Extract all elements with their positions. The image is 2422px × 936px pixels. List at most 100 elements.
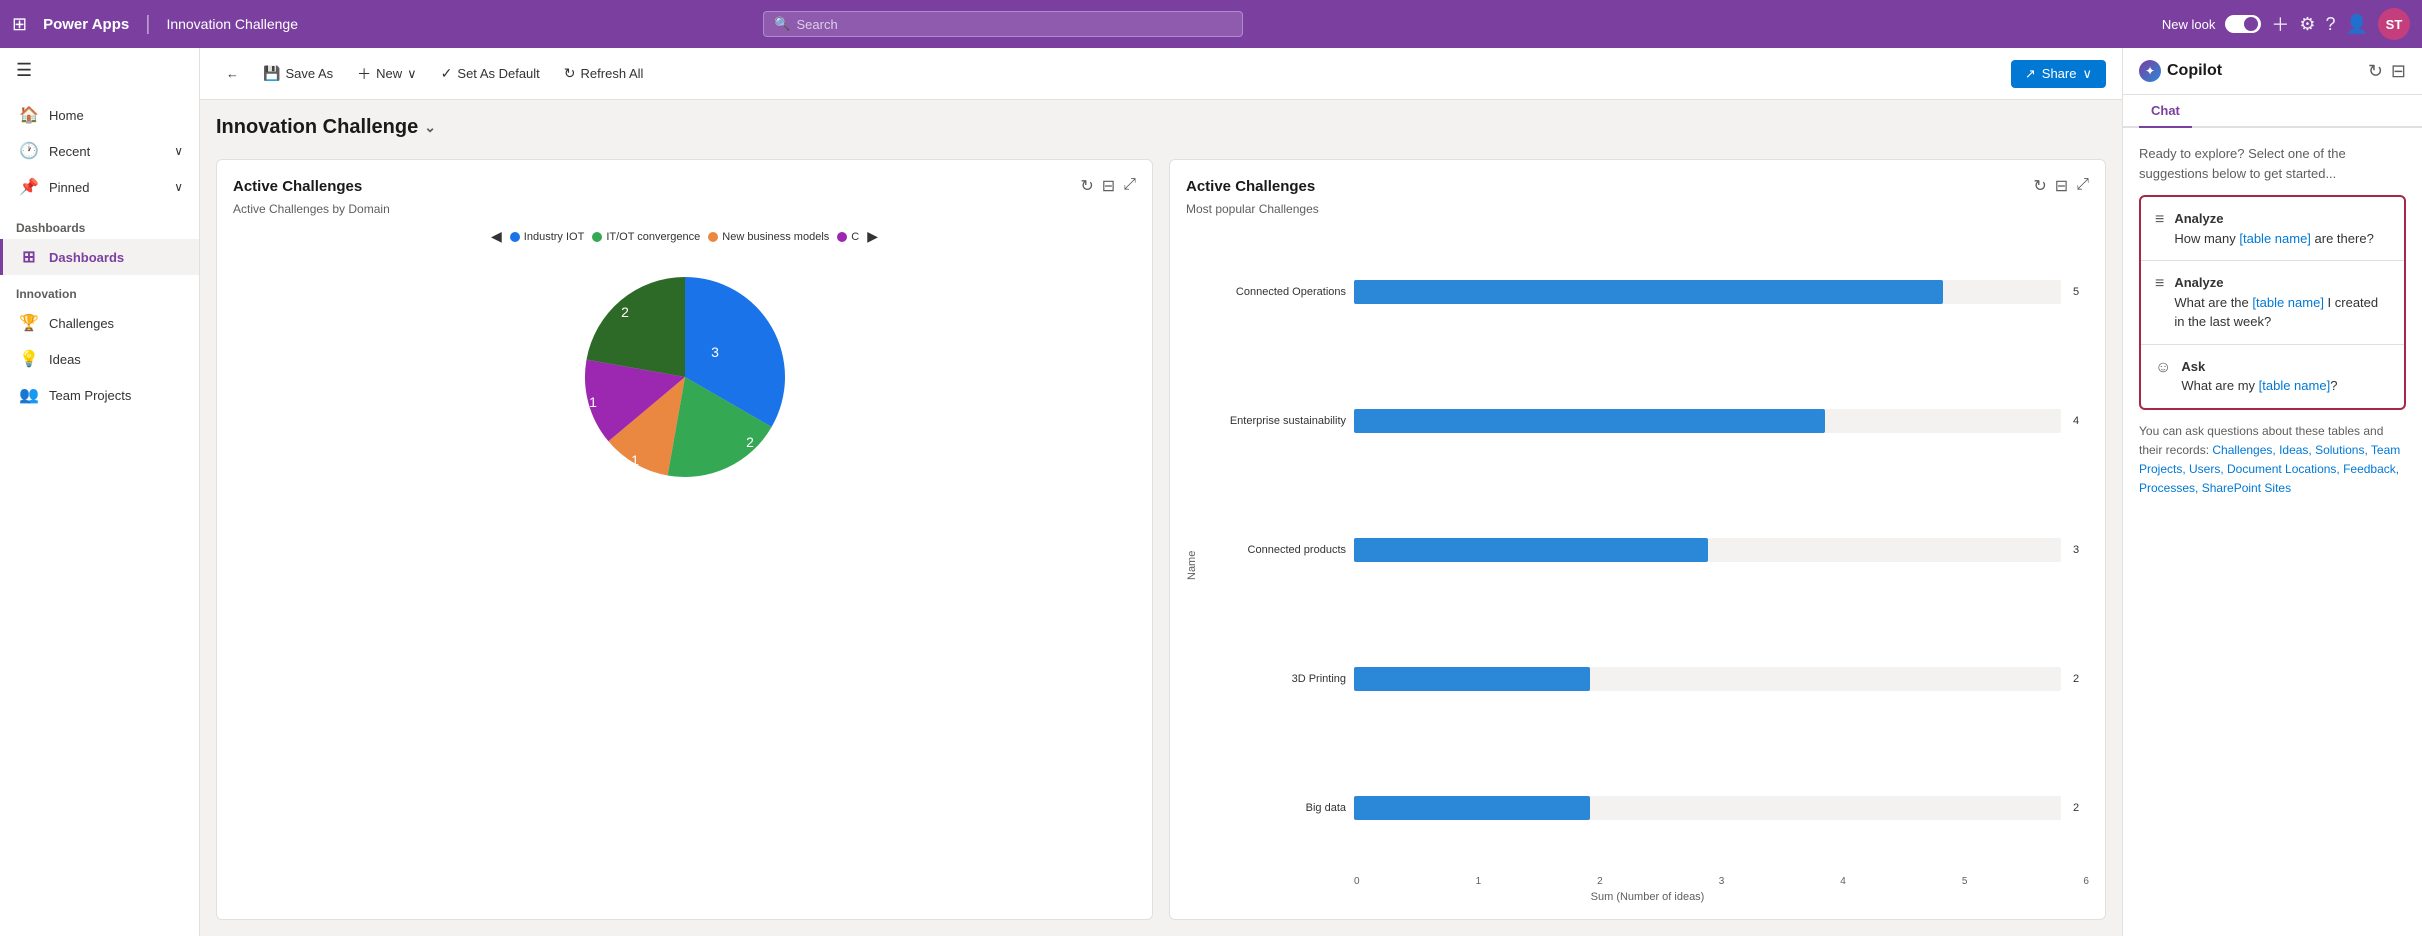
pie-segment-5	[586, 277, 685, 377]
copilot-logo-icon: ✦	[2139, 60, 2161, 82]
suggestion-icon-2: ☺	[2155, 359, 2171, 377]
pie-chart-actions: ↻ ⊟ ⤢	[1080, 176, 1136, 196]
sidebar-item-pinned[interactable]: 📌 Pinned ∨	[0, 169, 199, 205]
new-button[interactable]: ＋ New ∨	[347, 58, 427, 90]
set-as-default-button[interactable]: ✓ Set As Default	[431, 59, 550, 88]
bar-track-1	[1354, 409, 2061, 433]
search-input[interactable]	[796, 17, 1232, 32]
copilot-header-actions: ↻ ⊟	[2368, 61, 2406, 82]
bar-track-2	[1354, 538, 2061, 562]
bar-chart-title: Active Challenges	[1186, 178, 1315, 195]
set-as-default-label: Set As Default	[457, 66, 539, 81]
bar-chart-card: Active Challenges ↻ ⊟ ⤢ Most popular Cha…	[1169, 159, 2106, 920]
bar-chart-header: Active Challenges ↻ ⊟ ⤢	[1186, 176, 2089, 196]
copilot-suggestion-1[interactable]: ≡ Analyze What are the [table name] I cr…	[2141, 261, 2404, 345]
copilot-settings-icon[interactable]: ⊟	[2391, 61, 2406, 82]
legend-item-industry-iot: Industry IOT	[510, 231, 585, 243]
pinned-icon: 📌	[19, 177, 39, 197]
copilot-refresh-icon[interactable]: ↻	[2368, 61, 2383, 82]
pie-prev-icon[interactable]: ◀	[491, 228, 502, 245]
legend-dot-c	[837, 232, 847, 242]
copilot-body: Ready to explore? Select one of the sugg…	[2123, 128, 2422, 936]
refresh-all-label: Refresh All	[581, 66, 644, 81]
pie-export-icon[interactable]: ⊟	[1102, 176, 1115, 196]
x-tick-6: 6	[2083, 876, 2089, 887]
pie-chart-svg: 3 2 1 1 2	[565, 257, 805, 497]
bar-value-3: 2	[2073, 673, 2089, 685]
nav-divider: |	[145, 13, 150, 36]
refresh-icon: ↻	[564, 65, 576, 82]
new-label: New	[376, 66, 402, 81]
waffle-icon[interactable]: ⊞	[12, 14, 27, 35]
bar-export-icon[interactable]: ⊟	[2055, 176, 2068, 196]
sidebar-item-recent[interactable]: 🕐 Recent ∨	[0, 133, 199, 169]
pie-legend: ◀ Industry IOT IT/OT convergence	[491, 228, 878, 245]
pie-chart-header: Active Challenges ↻ ⊟ ⤢	[233, 176, 1136, 196]
copilot-suggestion-2[interactable]: ☺ Ask What are my [table name]?	[2141, 345, 2404, 408]
pie-label-5: 2	[621, 304, 629, 320]
x-tick-5: 5	[1962, 876, 1968, 887]
sidebar-item-challenges[interactable]: 🏆 Challenges	[0, 305, 199, 341]
sidebar-nav-section: 🏠 Home 🕐 Recent ∨ 📌 Pinned ∨	[0, 93, 199, 209]
copilot-panel: ✦ Copilot ↻ ⊟ Chat Ready to explore? Sel…	[2122, 48, 2422, 936]
copilot-logo: ✦ Copilot	[2139, 60, 2222, 82]
ideas-icon: 💡	[19, 349, 39, 369]
pie-label-4: 1	[589, 394, 597, 410]
sidebar-dashboards-label: Dashboards	[49, 250, 124, 265]
bar-track-3	[1354, 667, 2061, 691]
pie-container: ◀ Industry IOT IT/OT convergence	[233, 228, 1136, 903]
dashboard-title-chevron[interactable]: ⌄	[424, 119, 436, 136]
save-as-icon: 💾	[263, 65, 280, 82]
content-area: ← 💾 Save As ＋ New ∨ ✓ Set As Default ↻ R…	[200, 48, 2122, 936]
main-layout: ☰ 🏠 Home 🕐 Recent ∨ 📌 Pinned ∨ Dashboard…	[0, 48, 2422, 936]
new-look-toggle[interactable]	[2225, 15, 2261, 33]
suggestion-link-0[interactable]: [table name]	[2239, 231, 2311, 246]
pie-refresh-icon[interactable]: ↻	[1080, 176, 1093, 196]
x-tick-3: 3	[1719, 876, 1725, 887]
bar-fill-0	[1354, 280, 1943, 304]
new-look-label: New look	[2162, 17, 2215, 32]
share-expand-icon: ∨	[2082, 66, 2092, 82]
sidebar-hamburger[interactable]: ☰	[0, 48, 199, 93]
profile-icon[interactable]: 👤	[2346, 14, 2368, 35]
bar-label-3: 3D Printing	[1206, 673, 1346, 685]
copilot-suggestion-0[interactable]: ≡ Analyze How many [table name] are ther…	[2141, 197, 2404, 261]
suggestion-link-2[interactable]: [table name]	[2259, 378, 2331, 393]
new-icon: ＋	[357, 64, 371, 84]
pie-chart-subtitle: Active Challenges by Domain	[233, 202, 1136, 216]
back-button[interactable]: ←	[216, 60, 249, 87]
share-button[interactable]: ↗ Share ∨	[2011, 60, 2106, 88]
bar-track-0	[1354, 280, 2061, 304]
x-tick-0: 0	[1354, 876, 1360, 887]
bar-expand-icon[interactable]: ⤢	[2076, 176, 2089, 196]
legend-dot-industry-iot	[510, 232, 520, 242]
pie-next-icon[interactable]: ▶	[867, 228, 878, 245]
suggestion-icon-1: ≡	[2155, 275, 2164, 293]
sidebar-item-ideas[interactable]: 💡 Ideas	[0, 341, 199, 377]
copilot-tables-list: Challenges, Ideas, Solutions, Team Proje…	[2139, 443, 2400, 495]
x-tick-2: 2	[1597, 876, 1603, 887]
sidebar-item-dashboards[interactable]: ⊞ Dashboards	[0, 239, 199, 275]
refresh-all-button[interactable]: ↻ Refresh All	[554, 59, 654, 88]
suggestion-type-0: Analyze	[2174, 209, 2373, 229]
bar-row-2: Connected products 3	[1206, 538, 2089, 562]
bar-refresh-icon[interactable]: ↻	[2033, 176, 2046, 196]
dashboard-body: Innovation Challenge ⌄ Active Challenges…	[200, 100, 2122, 936]
pie-expand-icon[interactable]: ⤢	[1123, 176, 1136, 196]
search-bar[interactable]: 🔍	[763, 11, 1243, 37]
add-icon[interactable]: ＋	[2271, 11, 2289, 37]
sidebar-item-team-projects[interactable]: 👥 Team Projects	[0, 377, 199, 413]
share-icon: ↗	[2025, 66, 2036, 82]
sidebar-item-home[interactable]: 🏠 Home	[0, 97, 199, 133]
app-name: Power Apps	[43, 16, 129, 33]
save-as-button[interactable]: 💾 Save As	[253, 59, 343, 88]
suggestion-link-1[interactable]: [table name]	[2252, 295, 2324, 310]
help-icon[interactable]: ?	[2326, 14, 2336, 35]
copilot-tab-chat[interactable]: Chat	[2139, 95, 2192, 128]
pie-chart-title: Active Challenges	[233, 178, 362, 195]
copilot-tabs: Chat	[2123, 95, 2422, 128]
avatar[interactable]: ST	[2378, 8, 2410, 40]
settings-icon[interactable]: ⚙	[2299, 14, 2315, 35]
legend-label-itot: IT/OT convergence	[606, 231, 700, 243]
bar-track-4	[1354, 796, 2061, 820]
